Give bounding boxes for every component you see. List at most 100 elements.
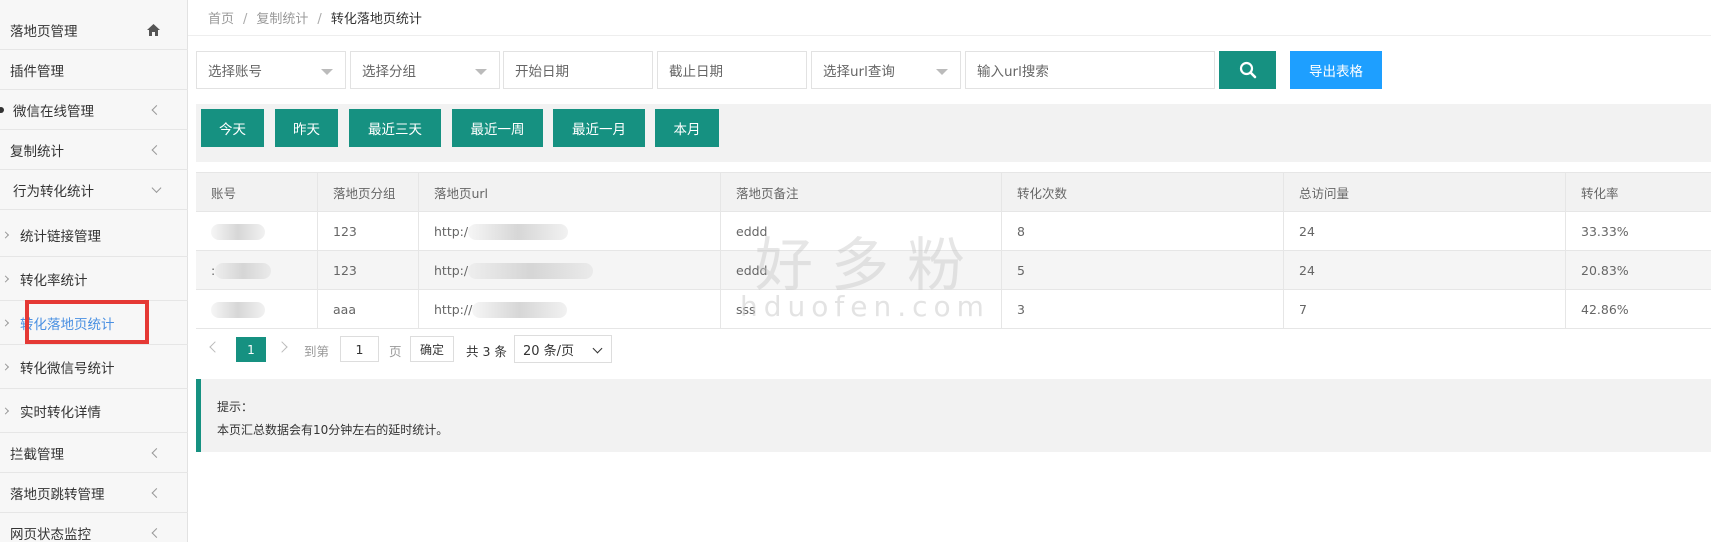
sidebar-item-plugin-management[interactable]: 插件管理 [0,50,188,90]
cell-url: http:/ [418,251,720,290]
last-week-button[interactable]: 最近一周 [452,109,543,147]
sidebar-item-label: 实时转化详情 [20,404,101,421]
redacted-blur [211,223,265,240]
next-page-icon[interactable] [276,341,288,353]
header-visits: 总访问量 [1283,173,1565,212]
cell-group: aaa [317,290,418,329]
notice-title: 提示： [217,400,254,414]
start-date-placeholder: 开始日期 [515,64,569,80]
breadcrumb-copy-stats[interactable]: 复制统计 [256,12,308,27]
cell-conversions: 5 [1001,251,1283,290]
yesterday-button[interactable]: 昨天 [275,109,338,147]
this-month-button[interactable]: 本月 [655,109,719,147]
cell-note: sss [720,290,1001,329]
sidebar-item-label: 落地页跳转管理 [10,486,105,503]
url-select[interactable]: 选择url查询 [811,51,961,89]
header-group: 落地页分组 [317,173,418,212]
sidebar-item-label: 转化率统计 [20,272,88,289]
caret-down-icon [936,69,948,75]
page-jump-input[interactable]: 1 [340,336,379,362]
sidebar-item-label: 网页状态监控 [10,526,91,542]
highlight-annotation-box [25,300,149,344]
table-row: aaa http:// sss 3 7 42.86% [196,290,1711,329]
cell-visits: 24 [1283,251,1565,290]
last-month-button[interactable]: 最近一月 [553,109,645,147]
cell-rate: 33.33% [1565,212,1711,251]
redacted-blur [211,301,265,318]
group-select[interactable]: 选择分组 [350,51,500,89]
url-select-placeholder: 选择url查询 [823,64,895,80]
last-three-days-button[interactable]: 最近三天 [349,109,441,147]
cell-group: 123 [317,251,418,290]
start-date-input[interactable]: 开始日期 [503,51,653,89]
sidebar-item-page-monitor[interactable]: 网页状态监控 [0,513,188,542]
notice-text: 本页汇总数据会有10分钟左右的延时统计。 [217,423,449,437]
sidebar-item-wechat-conversion[interactable]: 转化微信号统计 [0,345,188,389]
goto-label: 到第 [304,344,330,359]
redacted-blur [215,262,272,279]
redacted-blur [472,301,568,318]
chevron-right-icon [1,274,10,283]
page-current[interactable]: 1 [236,337,266,362]
end-date-input[interactable]: 截止日期 [657,51,807,89]
chevron-right-icon [1,406,10,415]
chevron-down-icon [592,343,603,354]
page-size-value: 20 条/页 [523,343,575,359]
group-select-placeholder: 选择分组 [362,64,416,80]
cell-url-text: http:// [434,302,473,317]
chevron-left-icon [151,144,162,155]
prev-page-icon[interactable] [209,341,221,353]
cell-account: : [196,251,317,290]
url-search-input[interactable]: 输入url搜索 [965,51,1215,89]
sidebar-item-behavior-conversion[interactable]: 行为转化统计 [0,170,188,210]
search-button[interactable] [1219,51,1276,89]
export-button[interactable]: 导出表格 [1290,51,1382,89]
search-icon [1239,61,1256,79]
sidebar-item-landing-page-management[interactable]: 落地页管理 [0,10,188,50]
sidebar-item-label: 复制统计 [10,143,64,160]
account-select-placeholder: 选择账号 [208,64,262,80]
cell-conversions: 8 [1001,212,1283,251]
redacted-blur [468,262,594,279]
table-header-row: 账号 落地页分组 落地页url 落地页备注 转化次数 总访问量 转化率 [196,173,1711,212]
sidebar-item-label: 插件管理 [10,63,64,80]
header-conversions: 转化次数 [1001,173,1283,212]
home-icon [147,23,160,36]
sidebar-item-label: 转化微信号统计 [20,360,115,377]
sidebar-item-conversion-rate[interactable]: 转化率统计 [0,257,188,301]
header-account: 账号 [211,186,237,201]
cell-account [196,212,317,251]
chevron-right-icon [1,362,10,371]
cell-url-text: http:/ [434,263,469,278]
header-note: 落地页备注 [720,173,1001,212]
divider [188,35,1711,36]
breadcrumb-current: 转化落地页统计 [330,12,422,27]
url-search-placeholder: 输入url搜索 [977,64,1049,80]
chevron-left-icon [151,527,162,538]
cell-url: http:// [418,290,720,329]
sidebar-item-realtime-details[interactable]: 实时转化详情 [0,389,188,433]
chevron-left-icon [151,104,162,115]
sidebar-item-label: 行为转化统计 [13,183,94,200]
sidebar-item-link-management[interactable]: 统计链接管理 [0,213,188,257]
cell-visits: 24 [1283,212,1565,251]
account-select[interactable]: 选择账号 [196,51,346,89]
chevron-right-icon [1,318,10,327]
today-button[interactable]: 今天 [201,109,264,147]
breadcrumb-home[interactable]: 首页 [208,12,234,27]
sidebar-item-redirect-management[interactable]: 落地页跳转管理 [0,473,188,513]
confirm-page-button[interactable]: 确定 [410,336,454,362]
cell-note: eddd [720,251,1001,290]
header-url: 落地页url [418,173,720,212]
page-size-select[interactable]: 20 条/页 [514,335,612,363]
sidebar-item-copy-stats[interactable]: 复制统计 [0,130,188,170]
header-rate: 转化率 [1565,173,1711,212]
sidebar-item-intercept-management[interactable]: 拦截管理 [0,433,188,473]
sidebar-item-wechat-online[interactable]: 微信在线管理 [0,90,188,130]
sidebar-item-label: 统计链接管理 [20,228,101,245]
sidebar-item-label: 落地页管理 [10,23,78,40]
bullet-icon [0,106,4,113]
caret-down-icon [475,69,487,75]
data-table: 账号 落地页分组 落地页url 落地页备注 转化次数 总访问量 转化率 123 … [196,172,1711,330]
cell-url: http:/ [418,212,720,251]
